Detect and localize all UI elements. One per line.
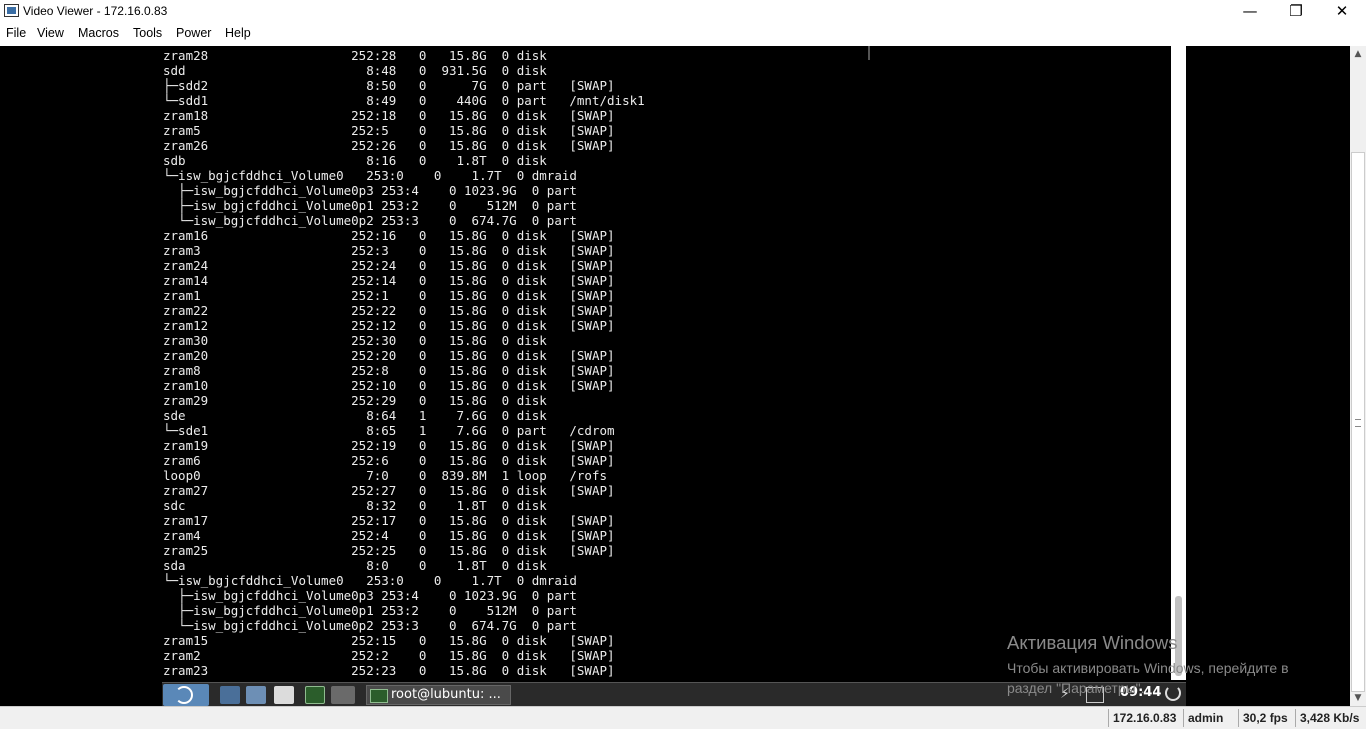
- terminal-line: zram27 252:27 0 15.8G 0 disk [SWAP]: [163, 483, 615, 498]
- terminal-line: ├─isw_bgjcfddhci_Volume0p3 253:4 0 1023.…: [163, 183, 577, 198]
- status-bar: 172.16.0.83 admin 30,2 fps 3,428 Kb/s: [0, 706, 1366, 729]
- terminal-line: zram8 252:8 0 15.8G 0 disk [SWAP]: [163, 363, 615, 378]
- window-title: Video Viewer - 172.16.0.83: [23, 4, 168, 18]
- terminal-line: zram20 252:20 0 15.8G 0 disk [SWAP]: [163, 348, 615, 363]
- terminal-line: zram10 252:10 0 15.8G 0 disk [SWAP]: [163, 378, 615, 393]
- file-manager-icon[interactable]: [220, 686, 240, 704]
- terminal-line: zram22 252:22 0 15.8G 0 disk [SWAP]: [163, 303, 615, 318]
- terminal-line: zram30 252:30 0 15.8G 0 disk: [163, 333, 547, 348]
- terminal-line: ├─isw_bgjcfddhci_Volume0p1 253:2 0 512M …: [163, 603, 577, 618]
- activation-title: Активация Windows: [1007, 632, 1178, 653]
- terminal-line: loop0 7:0 0 839.8M 1 loop /rofs: [163, 468, 608, 483]
- blank-icon[interactable]: [331, 686, 355, 704]
- terminal-line: zram26 252:26 0 15.8G 0 disk [SWAP]: [163, 138, 615, 153]
- terminal-line: zram29 252:29 0 15.8G 0 disk: [163, 393, 547, 408]
- terminal-line: zram3 252:3 0 15.8G 0 disk [SWAP]: [163, 243, 615, 258]
- mouse-cursor-icon: [868, 46, 870, 60]
- terminal-line: zram28 252:28 0 15.8G 0 disk: [163, 48, 547, 63]
- scroll-up-icon[interactable]: ▲: [1350, 46, 1366, 62]
- activation-line1: Чтобы активировать Windows, перейдите в: [1007, 660, 1289, 676]
- terminal-line: sdd 8:48 0 931.5G 0 disk: [163, 63, 547, 78]
- viewer-scrollbar[interactable]: ▲ ▼: [1350, 46, 1366, 706]
- terminal-line: zram18 252:18 0 15.8G 0 disk [SWAP]: [163, 108, 615, 123]
- task-label: root@lubuntu: ...: [391, 687, 501, 702]
- terminal-line: sdc 8:32 0 1.8T 0 disk: [163, 498, 547, 513]
- minimize-button[interactable]: —: [1227, 0, 1273, 23]
- terminal-line: zram4 252:4 0 15.8G 0 disk [SWAP]: [163, 528, 615, 543]
- terminal-output[interactable]: zram28 252:28 0 15.8G 0 disk sdd 8:48 0 9…: [0, 46, 1170, 680]
- menu-power[interactable]: Power: [176, 26, 211, 40]
- taskbar-task-terminal[interactable]: root@lubuntu: ...: [366, 685, 511, 705]
- terminal-line: zram19 252:19 0 15.8G 0 disk [SWAP]: [163, 438, 615, 453]
- terminal-line: zram14 252:14 0 15.8G 0 disk [SWAP]: [163, 273, 615, 288]
- terminal-line: ├─isw_bgjcfddhci_Volume0p3 253:4 0 1023.…: [163, 588, 577, 603]
- terminal-line: └─isw_bgjcfddhci_Volume0p2 253:3 0 674.7…: [163, 213, 577, 228]
- menu-help[interactable]: Help: [225, 26, 251, 40]
- terminal-line: └─isw_bgjcfddhci_Volume0 253:0 0 1.7T 0 …: [163, 573, 577, 588]
- menu-bar: File View Macros Tools Power Help: [0, 23, 1366, 45]
- status-user: admin: [1183, 709, 1227, 727]
- terminal-scrollbar[interactable]: [1171, 46, 1186, 680]
- maximize-button[interactable]: ❐: [1273, 0, 1319, 23]
- terminal-line: zram25 252:25 0 15.8G 0 disk [SWAP]: [163, 543, 615, 558]
- terminal-line: └─isw_bgjcfddhci_Volume0 253:0 0 1.7T 0 …: [163, 168, 577, 183]
- title-bar: Video Viewer - 172.16.0.83 — ❐ ✕: [0, 0, 1366, 23]
- status-rate: 3,428 Kb/s: [1295, 709, 1363, 727]
- terminal-icon[interactable]: [305, 686, 325, 704]
- scroll-down-icon[interactable]: ▼: [1350, 690, 1366, 706]
- terminal-line: zram16 252:16 0 15.8G 0 disk [SWAP]: [163, 228, 615, 243]
- remote-video-view[interactable]: zram28 252:28 0 15.8G 0 disk sdd 8:48 0 9…: [0, 46, 1350, 706]
- app-icon: [4, 4, 19, 17]
- viewer-scroll-thumb[interactable]: [1351, 152, 1365, 692]
- terminal-line: sda 8:0 0 1.8T 0 disk: [163, 558, 547, 573]
- terminal-line: ├─sdd2 8:50 0 7G 0 part [SWAP]: [163, 78, 615, 93]
- menu-tools[interactable]: Tools: [133, 26, 162, 40]
- start-menu-icon[interactable]: [163, 684, 209, 706]
- menu-view[interactable]: View: [37, 26, 64, 40]
- network-icon[interactable]: [246, 686, 266, 704]
- terminal-line: └─sdd1 8:49 0 440G 0 part /mnt/disk1: [163, 93, 645, 108]
- status-host: 172.16.0.83: [1108, 709, 1180, 727]
- terminal-line: └─sde1 8:65 1 7.6G 0 part /cdrom: [163, 423, 615, 438]
- terminal-line: sdb 8:16 0 1.8T 0 disk: [163, 153, 547, 168]
- terminal-line: ├─isw_bgjcfddhci_Volume0p1 253:2 0 512M …: [163, 198, 577, 213]
- terminal-line: zram5 252:5 0 15.8G 0 disk [SWAP]: [163, 123, 615, 138]
- terminal-line: zram24 252:24 0 15.8G 0 disk [SWAP]: [163, 258, 615, 273]
- close-button[interactable]: ✕: [1319, 0, 1365, 23]
- terminal-line: zram2 252:2 0 15.8G 0 disk [SWAP]: [163, 648, 615, 663]
- terminal-line: zram23 252:23 0 15.8G 0 disk [SWAP]: [163, 663, 615, 678]
- terminal-line: zram1 252:1 0 15.8G 0 disk [SWAP]: [163, 288, 615, 303]
- terminal-line: zram6 252:6 0 15.8G 0 disk [SWAP]: [163, 453, 615, 468]
- windows-activation-watermark: Активация Windows Чтобы активировать Win…: [1007, 632, 1289, 698]
- terminal-line: sde 8:64 1 7.6G 0 disk: [163, 408, 547, 423]
- activation-line2: раздел "Параметры".: [1007, 680, 1145, 696]
- terminal-line: zram17 252:17 0 15.8G 0 disk [SWAP]: [163, 513, 615, 528]
- terminal-line: zram12 252:12 0 15.8G 0 disk [SWAP]: [163, 318, 615, 333]
- terminal-task-icon: [370, 689, 388, 703]
- window-icon[interactable]: [274, 686, 294, 704]
- terminal-line: zram15 252:15 0 15.8G 0 disk [SWAP]: [163, 633, 615, 648]
- status-fps: 30,2 fps: [1238, 709, 1292, 727]
- menu-macros[interactable]: Macros: [78, 26, 119, 40]
- lsblk-output: zram28 252:28 0 15.8G 0 disk sdd 8:48 0 9…: [163, 48, 645, 678]
- menu-file[interactable]: File: [6, 26, 26, 40]
- terminal-line: └─isw_bgjcfddhci_Volume0p2 253:3 0 674.7…: [163, 618, 577, 633]
